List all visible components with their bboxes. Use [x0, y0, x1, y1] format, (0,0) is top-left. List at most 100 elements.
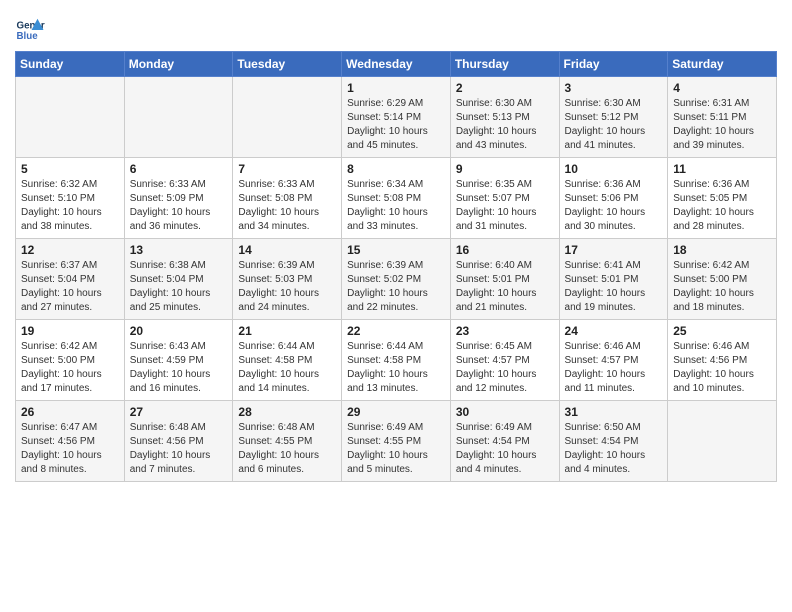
calendar-cell: 11 Sunrise: 6:36 AM Sunset: 5:05 PM Dayli… [668, 158, 777, 239]
calendar-header-row: SundayMondayTuesdayWednesdayThursdayFrid… [16, 52, 777, 77]
day-info: Sunrise: 6:32 AM Sunset: 5:10 PM Dayligh… [21, 178, 119, 234]
header: General Blue [15, 10, 777, 45]
day-number: 6 [130, 162, 228, 176]
day-number: 16 [456, 243, 554, 257]
day-number: 5 [21, 162, 119, 176]
day-number: 30 [456, 405, 554, 419]
calendar-week-row: 26 Sunrise: 6:47 AM Sunset: 4:56 PM Dayli… [16, 401, 777, 482]
day-info: Sunrise: 6:45 AM Sunset: 4:57 PM Dayligh… [456, 340, 554, 396]
calendar-cell: 26 Sunrise: 6:47 AM Sunset: 4:56 PM Dayli… [16, 401, 125, 482]
day-of-week-header: Saturday [668, 52, 777, 77]
day-number: 10 [565, 162, 663, 176]
day-number: 19 [21, 324, 119, 338]
calendar-cell: 15 Sunrise: 6:39 AM Sunset: 5:02 PM Dayli… [342, 239, 451, 320]
day-info: Sunrise: 6:36 AM Sunset: 5:05 PM Dayligh… [673, 178, 771, 234]
day-info: Sunrise: 6:40 AM Sunset: 5:01 PM Dayligh… [456, 259, 554, 315]
day-info: Sunrise: 6:46 AM Sunset: 4:57 PM Dayligh… [565, 340, 663, 396]
calendar-cell: 7Sunrise: 6:33 AM Sunset: 5:08 PM Daylig… [233, 158, 342, 239]
calendar-cell: 19 Sunrise: 6:42 AM Sunset: 5:00 PM Dayli… [16, 320, 125, 401]
calendar-cell [16, 77, 125, 158]
day-number: 12 [21, 243, 119, 257]
day-number: 23 [456, 324, 554, 338]
day-number: 7 [238, 162, 336, 176]
calendar-cell: 28 Sunrise: 6:48 AM Sunset: 4:55 PM Dayli… [233, 401, 342, 482]
day-info: Sunrise: 6:44 AM Sunset: 4:58 PM Dayligh… [238, 340, 336, 396]
calendar-cell: 21 Sunrise: 6:44 AM Sunset: 4:58 PM Dayli… [233, 320, 342, 401]
day-number: 28 [238, 405, 336, 419]
day-number: 2 [456, 81, 554, 95]
day-number: 17 [565, 243, 663, 257]
calendar-cell: 1 Sunrise: 6:29 AM Sunset: 5:14 PM Daylig… [342, 77, 451, 158]
day-number: 25 [673, 324, 771, 338]
day-info: Sunrise: 6:48 AM Sunset: 4:56 PM Dayligh… [130, 421, 228, 477]
day-info: Sunrise: 6:34 AM Sunset: 5:08 PM Dayligh… [347, 178, 445, 234]
day-number: 15 [347, 243, 445, 257]
calendar-cell: 3 Sunrise: 6:30 AM Sunset: 5:12 PM Daylig… [559, 77, 668, 158]
calendar-cell: 22Sunrise: 6:44 AM Sunset: 4:58 PM Dayli… [342, 320, 451, 401]
day-of-week-header: Sunday [16, 52, 125, 77]
calendar-cell: 5 Sunrise: 6:32 AM Sunset: 5:10 PM Daylig… [16, 158, 125, 239]
calendar-cell [233, 77, 342, 158]
day-info: Sunrise: 6:39 AM Sunset: 5:03 PM Dayligh… [238, 259, 336, 315]
day-info: Sunrise: 6:41 AM Sunset: 5:01 PM Dayligh… [565, 259, 663, 315]
day-info: Sunrise: 6:42 AM Sunset: 5:00 PM Dayligh… [673, 259, 771, 315]
day-info: Sunrise: 6:46 AM Sunset: 4:56 PM Dayligh… [673, 340, 771, 396]
day-of-week-header: Monday [124, 52, 233, 77]
calendar-week-row: 19 Sunrise: 6:42 AM Sunset: 5:00 PM Dayli… [16, 320, 777, 401]
calendar-table: SundayMondayTuesdayWednesdayThursdayFrid… [15, 51, 777, 482]
day-number: 24 [565, 324, 663, 338]
day-number: 8 [347, 162, 445, 176]
day-number: 27 [130, 405, 228, 419]
day-info: Sunrise: 6:47 AM Sunset: 4:56 PM Dayligh… [21, 421, 119, 477]
day-info: Sunrise: 6:35 AM Sunset: 5:07 PM Dayligh… [456, 178, 554, 234]
day-info: Sunrise: 6:37 AM Sunset: 5:04 PM Dayligh… [21, 259, 119, 315]
calendar-cell [124, 77, 233, 158]
calendar-cell: 18Sunrise: 6:42 AM Sunset: 5:00 PM Dayli… [668, 239, 777, 320]
day-of-week-header: Tuesday [233, 52, 342, 77]
calendar-cell: 17 Sunrise: 6:41 AM Sunset: 5:01 PM Dayli… [559, 239, 668, 320]
calendar-week-row: 5 Sunrise: 6:32 AM Sunset: 5:10 PM Daylig… [16, 158, 777, 239]
day-number: 26 [21, 405, 119, 419]
day-number: 31 [565, 405, 663, 419]
day-info: Sunrise: 6:50 AM Sunset: 4:54 PM Dayligh… [565, 421, 663, 477]
calendar-cell: 12 Sunrise: 6:37 AM Sunset: 5:04 PM Dayli… [16, 239, 125, 320]
day-info: Sunrise: 6:30 AM Sunset: 5:13 PM Dayligh… [456, 97, 554, 153]
day-info: Sunrise: 6:49 AM Sunset: 4:55 PM Dayligh… [347, 421, 445, 477]
day-of-week-header: Friday [559, 52, 668, 77]
logo-icon: General Blue [15, 15, 45, 45]
day-info: Sunrise: 6:43 AM Sunset: 4:59 PM Dayligh… [130, 340, 228, 396]
day-number: 11 [673, 162, 771, 176]
day-info: Sunrise: 6:36 AM Sunset: 5:06 PM Dayligh… [565, 178, 663, 234]
day-info: Sunrise: 6:48 AM Sunset: 4:55 PM Dayligh… [238, 421, 336, 477]
calendar-cell: 4 Sunrise: 6:31 AM Sunset: 5:11 PM Daylig… [668, 77, 777, 158]
day-info: Sunrise: 6:38 AM Sunset: 5:04 PM Dayligh… [130, 259, 228, 315]
calendar-cell: 27 Sunrise: 6:48 AM Sunset: 4:56 PM Dayli… [124, 401, 233, 482]
day-number: 3 [565, 81, 663, 95]
calendar-cell: 20 Sunrise: 6:43 AM Sunset: 4:59 PM Dayli… [124, 320, 233, 401]
day-number: 4 [673, 81, 771, 95]
day-number: 1 [347, 81, 445, 95]
calendar-cell: 24 Sunrise: 6:46 AM Sunset: 4:57 PM Dayli… [559, 320, 668, 401]
day-number: 21 [238, 324, 336, 338]
calendar-cell: 30 Sunrise: 6:49 AM Sunset: 4:54 PM Dayli… [450, 401, 559, 482]
calendar-cell: 25 Sunrise: 6:46 AM Sunset: 4:56 PM Dayli… [668, 320, 777, 401]
day-info: Sunrise: 6:39 AM Sunset: 5:02 PM Dayligh… [347, 259, 445, 315]
day-info: Sunrise: 6:29 AM Sunset: 5:14 PM Dayligh… [347, 97, 445, 153]
day-info: Sunrise: 6:31 AM Sunset: 5:11 PM Dayligh… [673, 97, 771, 153]
day-info: Sunrise: 6:30 AM Sunset: 5:12 PM Dayligh… [565, 97, 663, 153]
day-number: 29 [347, 405, 445, 419]
calendar-cell: 8 Sunrise: 6:34 AM Sunset: 5:08 PM Daylig… [342, 158, 451, 239]
calendar-cell: 10 Sunrise: 6:36 AM Sunset: 5:06 PM Dayli… [559, 158, 668, 239]
day-info: Sunrise: 6:44 AM Sunset: 4:58 PM Dayligh… [347, 340, 445, 396]
day-info: Sunrise: 6:33 AM Sunset: 5:09 PM Dayligh… [130, 178, 228, 234]
calendar-cell: 29 Sunrise: 6:49 AM Sunset: 4:55 PM Dayli… [342, 401, 451, 482]
logo: General Blue [15, 15, 49, 45]
day-info: Sunrise: 6:42 AM Sunset: 5:00 PM Dayligh… [21, 340, 119, 396]
day-number: 13 [130, 243, 228, 257]
day-of-week-header: Wednesday [342, 52, 451, 77]
calendar-week-row: 1 Sunrise: 6:29 AM Sunset: 5:14 PM Daylig… [16, 77, 777, 158]
day-info: Sunrise: 6:49 AM Sunset: 4:54 PM Dayligh… [456, 421, 554, 477]
day-number: 20 [130, 324, 228, 338]
day-number: 9 [456, 162, 554, 176]
calendar-cell [668, 401, 777, 482]
